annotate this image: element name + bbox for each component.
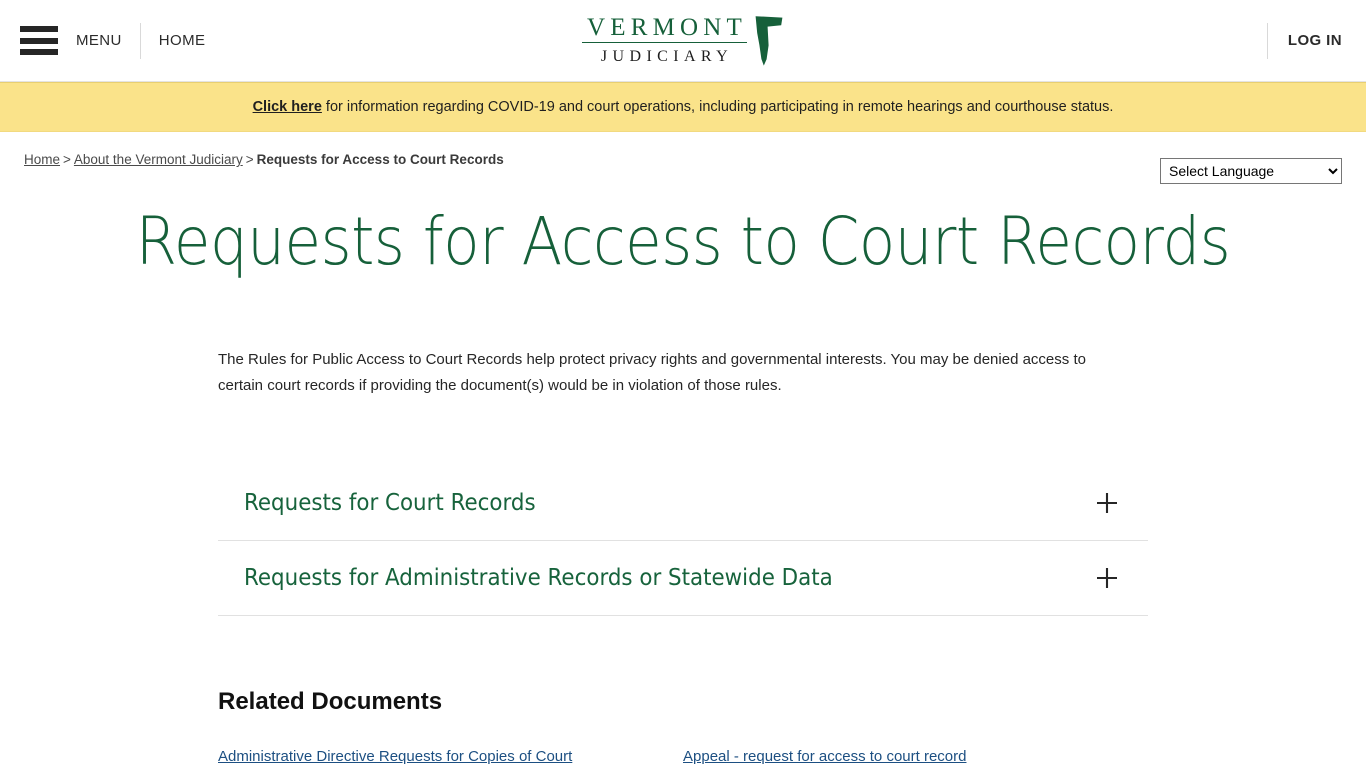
home-link[interactable]: HOME [141, 33, 224, 48]
breadcrumb-separator: > [245, 152, 254, 168]
alert-message: for information regarding COVID-19 and c… [321, 98, 1114, 115]
accordion-title: Requests for Court Records [244, 489, 536, 516]
vermont-state-icon [755, 15, 783, 66]
login-button[interactable]: LOG IN [1268, 32, 1342, 49]
breadcrumb: Home > About the Vermont Judiciary > Request… [24, 153, 504, 167]
hamburger-bar [20, 26, 58, 32]
covid-alert-banner: Click here for information regarding COV… [0, 82, 1366, 132]
plus-icon[interactable] [1096, 567, 1118, 589]
accordion: Requests for Court Records Requests for … [218, 466, 1148, 617]
breadcrumb-separator: > [63, 152, 71, 168]
accordion-title: Requests for Administrative Records or S… [244, 564, 833, 591]
related-document-link-appeal[interactable]: Appeal - request for access to court rec… [683, 748, 966, 765]
site-header: MENU HOME VERMONT JUDICIARY LOG IN [0, 0, 1366, 82]
related-documents-column: Administrative Directive Requests for Co… [218, 747, 683, 767]
menu-button[interactable]: MENU [70, 33, 140, 48]
page-title: Requests for Access to Court Records [135, 203, 1231, 280]
intro-paragraph: The Rules for Public Access to Court Rec… [218, 351, 1086, 395]
hamburger-bar [20, 37, 58, 44]
breadcrumb-item-current: Requests for Access to Court Records [256, 152, 504, 168]
logo-judiciary-text: JUDICIARY [600, 48, 734, 66]
site-logo[interactable]: VERMONT JUDICIARY [581, 14, 784, 67]
header-left-nav: MENU HOME [0, 0, 223, 81]
related-documents-heading: Related Documents [218, 688, 443, 716]
accordion-item-administrative-records[interactable]: Requests for Administrative Records or S… [218, 541, 1148, 617]
plus-icon[interactable] [1096, 492, 1118, 514]
hamburger-bar [20, 49, 58, 55]
related-document-link-administrative-directive[interactable]: Administrative Directive Requests for Co… [218, 748, 572, 765]
logo-vermont-text: VERMONT [581, 14, 748, 44]
related-documents-list: Administrative Directive Requests for Co… [218, 714, 1148, 767]
related-documents-column: Appeal - request for access to court rec… [683, 747, 1148, 767]
header-right-nav: LOG IN [1266, 0, 1366, 81]
accordion-item-court-records[interactable]: Requests for Court Records [218, 466, 1148, 542]
alert-click-here-link[interactable]: Click here [253, 99, 322, 115]
breadcrumb-item-about[interactable]: About the Vermont Judiciary [74, 152, 243, 167]
alert-text: Click here for information regarding COV… [253, 100, 1114, 115]
language-select[interactable]: Select Language [1160, 158, 1342, 184]
logo-wordmark: VERMONT JUDICIARY [581, 14, 748, 66]
hamburger-menu-icon[interactable] [20, 26, 58, 55]
main-content: The Rules for Public Access to Court Rec… [218, 277, 1148, 767]
breadcrumb-item-home[interactable]: Home [24, 152, 60, 167]
